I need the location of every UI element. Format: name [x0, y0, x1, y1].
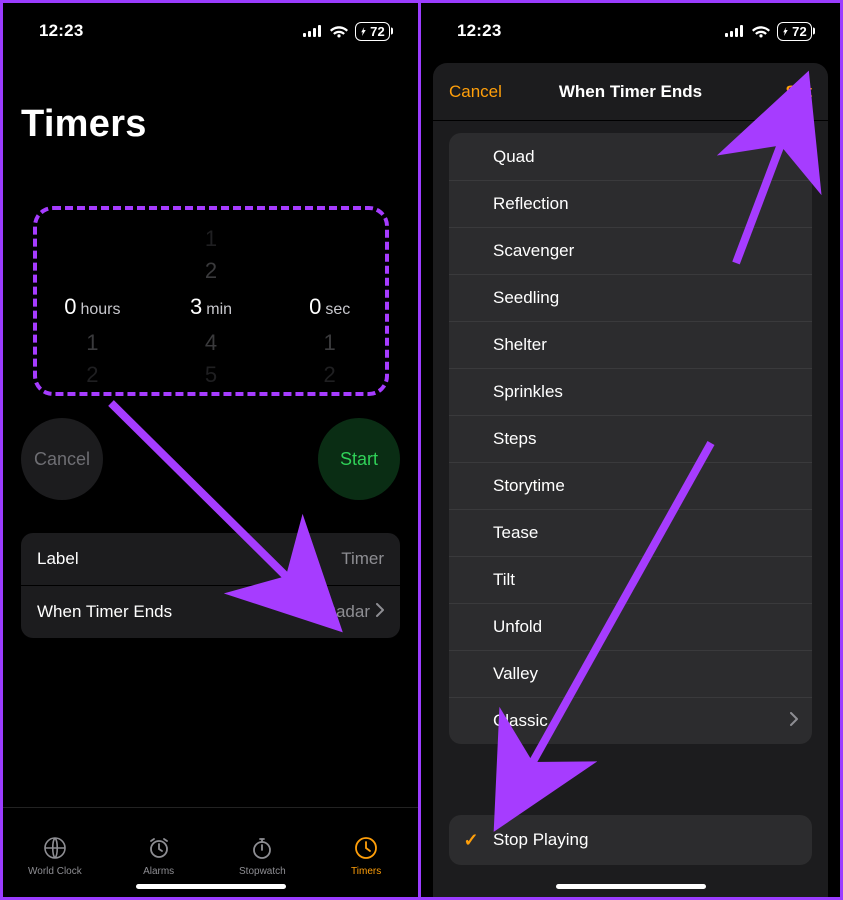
status-right: 72	[725, 22, 812, 41]
label-value: Timer	[341, 549, 384, 569]
status-time: 12:23	[39, 21, 83, 41]
sound-label: Valley	[493, 664, 812, 684]
tab-label: Stopwatch	[239, 866, 286, 877]
sound-label: Seedling	[493, 288, 812, 308]
sound-row[interactable]: Storytime	[449, 462, 812, 509]
stop-playing-row[interactable]: ✓ Stop Playing	[449, 815, 812, 865]
ends-value: Radar	[324, 602, 370, 622]
sound-row[interactable]: Tease	[449, 509, 812, 556]
sound-row[interactable]: Valley	[449, 650, 812, 697]
tab-label: Alarms	[143, 866, 174, 877]
modal-title: When Timer Ends	[559, 82, 702, 102]
battery-icon: 72	[355, 22, 390, 41]
battery-pct: 72	[792, 24, 807, 39]
stopwatch-icon	[248, 834, 276, 862]
sound-row[interactable]: Tilt	[449, 556, 812, 603]
set-button[interactable]: Set	[786, 63, 812, 120]
wifi-icon	[330, 25, 348, 38]
chevron-right-icon	[376, 602, 384, 622]
when-timer-ends-row[interactable]: When Timer Ends Radar	[21, 585, 400, 638]
timer-icon	[352, 834, 380, 862]
alarm-icon	[145, 834, 173, 862]
stop-playing-label: Stop Playing	[493, 830, 588, 850]
cellular-icon	[303, 25, 323, 37]
timer-settings: Label Timer When Timer Ends Radar	[21, 533, 400, 638]
sound-row[interactable]: Scavenger	[449, 227, 812, 274]
status-bar: 12:23 72	[421, 3, 840, 55]
sound-label: Scavenger	[493, 241, 812, 261]
check-icon: ✓	[449, 830, 493, 851]
ends-title: When Timer Ends	[37, 602, 172, 622]
minutes-unit: min	[206, 301, 232, 319]
sound-row[interactable]: Shelter	[449, 321, 812, 368]
label-title: Label	[37, 549, 79, 569]
sound-row[interactable]: Reflection	[449, 180, 812, 227]
tab-world-clock[interactable]: World Clock	[3, 808, 107, 897]
status-time: 12:23	[457, 21, 501, 41]
cellular-icon	[725, 25, 745, 37]
sound-list[interactable]: Quad Reflection Scavenger Seedling Shelt…	[449, 133, 812, 744]
battery-pct: 72	[370, 24, 385, 39]
sound-label: Reflection	[493, 194, 812, 214]
picker-seconds[interactable]: 0sec 1 2	[270, 208, 389, 398]
cancel-button[interactable]: Cancel	[449, 63, 502, 120]
globe-icon	[41, 834, 69, 862]
sound-row[interactable]: Quad	[449, 133, 812, 180]
hours-unit: hours	[80, 301, 120, 319]
tab-label: Timers	[351, 866, 381, 877]
sound-label: Classic	[493, 711, 790, 731]
wifi-icon	[752, 25, 770, 38]
sound-label: Unfold	[493, 617, 812, 637]
minutes-value: 3	[190, 294, 202, 320]
sound-label: Tilt	[493, 570, 812, 590]
modal-header: Cancel When Timer Ends Set	[433, 63, 828, 121]
screenshot-left: 12:23 72 Timers 0hours 1 2 1 2 3min 4	[0, 0, 421, 900]
sound-label: Tease	[493, 523, 812, 543]
page-title: Timers	[21, 103, 147, 146]
sound-label: Shelter	[493, 335, 812, 355]
sound-row[interactable]: Seedling	[449, 274, 812, 321]
sound-row[interactable]: Unfold	[449, 603, 812, 650]
picker-hours[interactable]: 0hours 1 2	[33, 208, 152, 398]
sound-row[interactable]: Sprinkles	[449, 368, 812, 415]
home-indicator[interactable]	[136, 884, 286, 889]
chevron-right-icon	[790, 712, 812, 731]
sound-row[interactable]: Steps	[449, 415, 812, 462]
screenshot-right: 12:23 72 Cancel When Timer Ends Set Quad…	[421, 0, 843, 900]
sound-row-classic[interactable]: Classic	[449, 697, 812, 744]
sound-label: Sprinkles	[493, 382, 812, 402]
seconds-unit: sec	[325, 301, 350, 319]
picker-minutes[interactable]: 1 2 3min 4 5	[152, 208, 271, 398]
when-timer-ends-modal: Cancel When Timer Ends Set Quad Reflecti…	[433, 63, 828, 897]
status-bar: 12:23 72	[3, 3, 418, 55]
cancel-button[interactable]: Cancel	[21, 418, 103, 500]
seconds-value: 0	[309, 294, 321, 320]
hours-value: 0	[64, 294, 76, 320]
sound-label: Storytime	[493, 476, 812, 496]
status-right: 72	[303, 22, 390, 41]
tab-label: World Clock	[28, 866, 82, 877]
battery-icon: 72	[777, 22, 812, 41]
label-row[interactable]: Label Timer	[21, 533, 400, 585]
stop-playing-card: ✓ Stop Playing	[449, 815, 812, 865]
sound-label: Quad	[493, 147, 812, 167]
sound-label: Steps	[493, 429, 812, 449]
start-button[interactable]: Start	[318, 418, 400, 500]
tab-timers[interactable]: Timers	[314, 808, 418, 897]
home-indicator[interactable]	[556, 884, 706, 889]
time-picker[interactable]: 0hours 1 2 1 2 3min 4 5 0sec 1 2	[33, 208, 389, 398]
